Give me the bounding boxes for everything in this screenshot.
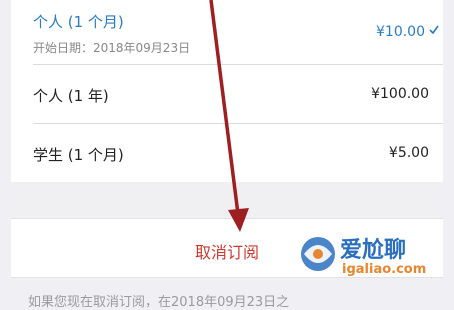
watermark-brand: 爱尬聊 bbox=[340, 238, 407, 263]
watermark-domain: igaliao.com bbox=[342, 262, 427, 277]
watermark-logo-icon bbox=[301, 237, 335, 271]
checkmark-icon bbox=[429, 25, 439, 35]
plan-name: 个人 (1 年) bbox=[33, 87, 109, 105]
plan-price: ¥5.00 bbox=[388, 145, 429, 161]
plan-price: ¥10.00 bbox=[376, 24, 425, 40]
footer-note: 如果您现在取消订阅，在2018年09月23日之 bbox=[28, 295, 290, 310]
plan-name: 个人 (1 个月) bbox=[33, 13, 124, 31]
plan-option-student-1-month[interactable]: 学生 (1 个月) ¥5.00 bbox=[11, 124, 443, 182]
plan-name: 学生 (1 个月) bbox=[33, 146, 124, 164]
site-watermark: 爱尬聊 igaliao.com bbox=[296, 230, 446, 300]
section-gap bbox=[11, 182, 443, 218]
plan-price: ¥100.00 bbox=[371, 86, 429, 102]
plan-option-1-year[interactable]: 个人 (1 年) ¥100.00 bbox=[11, 65, 443, 123]
plan-start-date: 开始日期：2018年09月23日 bbox=[33, 41, 191, 55]
plan-option-1-month[interactable]: 个人 (1 个月) 开始日期：2018年09月23日 ¥10.00 bbox=[11, 0, 443, 60]
subscription-options-list: 个人 (1 个月) 开始日期：2018年09月23日 ¥10.00 个人 (1 … bbox=[11, 0, 443, 182]
